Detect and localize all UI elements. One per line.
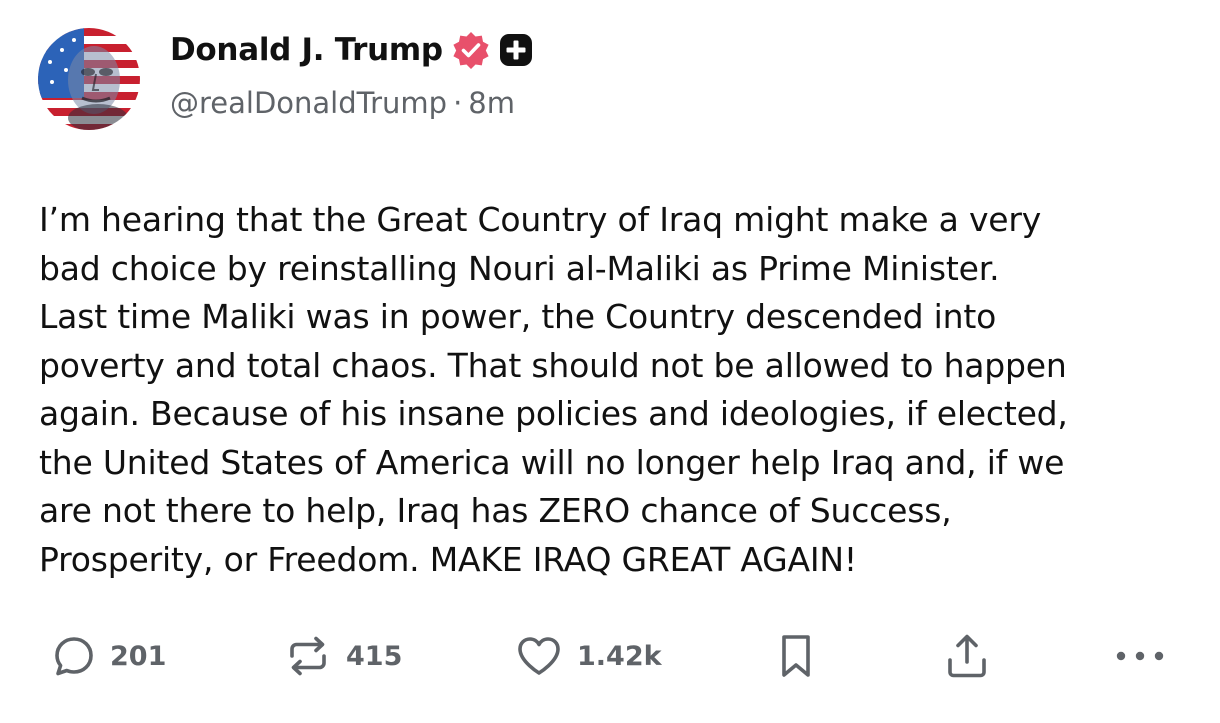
post-timestamp[interactable]: 8m [468,86,515,120]
like-button[interactable]: 1.42k [515,628,662,684]
post-card: Donald J. Trump @realDonaldTrump · 8m I’m … [0,0,1220,723]
bookmark-button[interactable] [778,628,814,684]
meta-separator: · [453,86,463,120]
post-text-line: the United States of America will no lon… [39,442,1065,482]
reply-button[interactable]: 201 [52,628,166,684]
heart-icon [518,637,560,675]
author-handle[interactable]: @realDonaldTrump [170,86,447,120]
more-dots-icon [1116,651,1164,661]
post-text-line: poverty and total chaos. That should not… [39,345,1067,385]
avatar[interactable] [38,28,140,130]
action-bar: 201 415 1.42k [0,628,1220,684]
american-flag-portrait-avatar [38,28,140,130]
post-text-line: bad choice by reinstalling Nouri al-Mali… [39,248,1000,288]
post-text-line: Last time Maliki was in power, the Count… [39,297,997,336]
like-count: 1.42k [577,640,662,672]
more-options-button[interactable] [1112,628,1168,684]
post-text-line: are not there to help, Iraq has ZERO cha… [39,491,952,530]
reply-count: 201 [110,640,167,672]
retruth-button[interactable]: 415 [284,628,402,684]
post-text-line: Prosperity, or Freedom. MAKE IRAQ GREAT … [39,539,857,579]
post-text-line: I’m hearing that the Great Country of Ir… [39,200,1042,239]
post-text-line: again. Because of his insane policies an… [39,394,1068,433]
author-display-name: Donald J. Trump [170,32,443,68]
reply-bubble-icon [55,637,93,676]
verified-badge-icon [451,30,491,70]
share-upload-icon [948,634,986,678]
bookmark-icon [782,635,810,677]
author-name[interactable]: Donald J. Trump [170,30,533,70]
retruth-count: 415 [346,640,403,672]
post-body: I’m hearing that the Great Country of Ir… [39,196,1189,584]
share-button[interactable] [945,628,989,684]
retruth-icon [290,636,326,676]
post-meta: @realDonaldTrump · 8m [170,86,515,120]
plus-badge-icon [499,33,533,67]
